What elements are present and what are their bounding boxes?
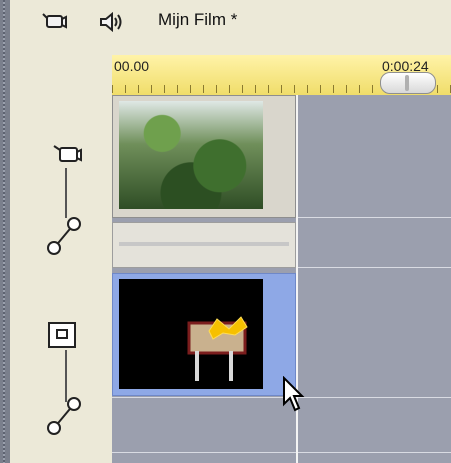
timeline-header: Mijn Film * [10,0,451,44]
left-edge-strip [0,0,10,463]
sign-graphic [119,279,263,389]
project-title: Mijn Film * [158,10,238,29]
playhead-scrubber[interactable] [380,72,436,94]
video-clip[interactable] [112,95,296,218]
speaker-icon[interactable] [98,11,126,37]
time-ruler[interactable]: 00.00 0:00:24 [112,55,451,96]
track-controls [10,44,112,463]
title-box-icon[interactable] [46,320,78,355]
audio-waveform [119,242,289,246]
ruler-start-time: 00.00 [114,58,150,74]
video-camera-icon[interactable] [40,12,68,37]
track-link-line [65,168,67,218]
volume-link-icon[interactable] [44,394,84,443]
mouse-cursor-icon [282,375,308,417]
title-thumbnail [119,279,263,389]
volume-link-icon[interactable] [44,214,84,263]
title-clip[interactable] [112,273,296,396]
audio-clip[interactable] [112,222,296,268]
track-divider [112,452,451,453]
video-thumbnail [119,101,263,209]
